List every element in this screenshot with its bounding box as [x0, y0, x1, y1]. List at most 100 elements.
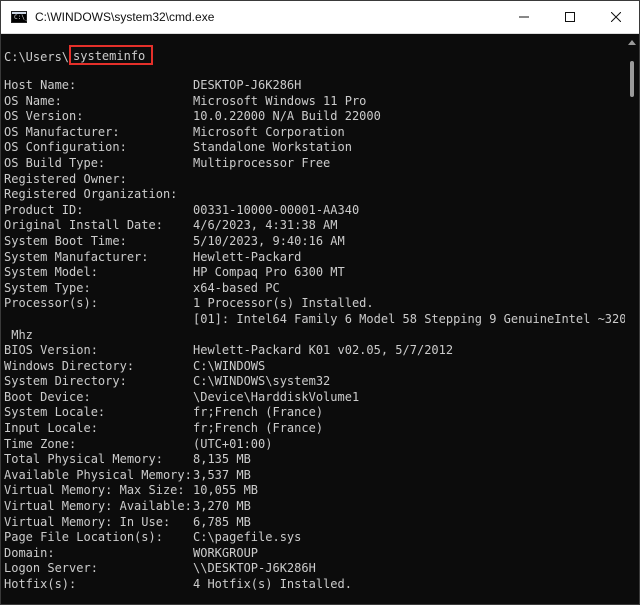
- output-value: (UTC+01:00): [193, 436, 273, 451]
- output-label: [4, 312, 193, 328]
- output-row: Virtual Memory: In Use: 6,785 MB: [4, 515, 625, 531]
- cmd-app-icon[interactable]: C:\_: [11, 11, 29, 23]
- output-value: HP Compaq Pro 6300 MT: [193, 265, 345, 280]
- output-row: Available Physical Memory: 3,537 MB: [4, 468, 625, 484]
- output-label: Virtual Memory: Max Size:: [4, 483, 185, 498]
- output-value: 3,537 MB: [193, 467, 251, 482]
- output-value: 6,785 MB: [193, 514, 251, 529]
- output-label: Input Locale:: [4, 421, 98, 436]
- output-label: System Manufacturer:: [4, 249, 149, 264]
- output-label: Total Physical Memory:: [4, 452, 163, 467]
- output-label: System Type:: [4, 280, 91, 295]
- output-label: Page File Location(s):: [4, 530, 163, 545]
- output-label: Host Name:: [4, 78, 77, 92]
- output-row: Total Physical Memory: 8,135 MB: [4, 452, 625, 468]
- output-row: Page File Location(s): C:\pagefile.sys: [4, 530, 625, 546]
- output-label: Logon Server:: [4, 561, 98, 576]
- output-value: 8,135 MB: [193, 452, 251, 467]
- output-value: fr;French (France): [193, 405, 324, 420]
- output-value: 00331-10000-00001-AA340: [193, 202, 360, 217]
- output-row: OS Name: Microsoft Windows 11 Pro: [4, 94, 625, 110]
- output-value: 5/10/2023, 9:40:16 AM: [193, 233, 345, 248]
- output-label: Time Zone:: [4, 436, 77, 451]
- output-label: Original Install Date:: [4, 218, 163, 233]
- output-value: C:\WINDOWS\system32: [193, 374, 331, 389]
- output-value: [01]: Intel64 Family 6 Model 58 Stepping…: [193, 311, 634, 326]
- output-value: C:\pagefile.sys: [193, 530, 302, 545]
- output-value: 4/6/2023, 4:31:38 AM: [193, 218, 338, 233]
- prompt-line: C:\Users\ systeminfo: [4, 45, 154, 65]
- window-controls: [501, 1, 639, 33]
- output-value: \\DESKTOP-J6K286H: [193, 561, 316, 576]
- output-label: System Model:: [4, 265, 98, 280]
- output-row: Registered Owner:: [4, 172, 625, 188]
- output-row: System Boot Time: 5/10/2023, 9:40:16 AM: [4, 234, 625, 250]
- output-label: Product ID:: [4, 202, 84, 217]
- close-icon: [611, 12, 621, 22]
- output-value: 10,055 MB: [193, 483, 259, 498]
- output-label: Processor(s):: [4, 296, 98, 311]
- output-label: Hotfix(s):: [4, 577, 77, 591]
- output-row: Processor(s): 1 Processor(s) Installed.: [4, 296, 625, 312]
- output-row: System Directory: C:\WINDOWS\system32: [4, 374, 625, 390]
- output-value: Multiprocessor Free: [193, 155, 331, 170]
- output-row: Host Name: DESKTOP-J6K286H: [4, 78, 625, 94]
- output-row: OS Version: 10.0.22000 N/A Build 22000: [4, 109, 625, 125]
- command-highlight: systeminfo: [69, 45, 154, 65]
- output-value: \Device\HarddiskVolume1: [193, 389, 360, 404]
- output-row: Hotfix(s): 4 Hotfix(s) Installed.: [4, 577, 625, 593]
- output-row: OS Manufacturer: Microsoft Corporation: [4, 125, 625, 141]
- output-row: Input Locale: fr;French (France): [4, 421, 625, 437]
- output-row: Logon Server: \\DESKTOP-J6K286H: [4, 561, 625, 577]
- prompt-path: C:\Users\: [4, 50, 70, 64]
- output-row: Time Zone: (UTC+01:00): [4, 437, 625, 453]
- output-row: System Locale: fr;French (France): [4, 405, 625, 421]
- output-row: System Type: x64-based PC: [4, 281, 625, 297]
- output-value: Microsoft Corporation: [193, 124, 345, 139]
- output-row: OS Configuration: Standalone Workstation: [4, 140, 625, 156]
- output-row: Product ID: 00331-10000-00001-AA340: [4, 203, 625, 219]
- output-row: Original Install Date: 4/6/2023, 4:31:38 …: [4, 218, 625, 234]
- output-value: 4 Hotfix(s) Installed.: [193, 577, 352, 591]
- output-label: Boot Device:: [4, 389, 91, 404]
- output-value: 1 Processor(s) Installed.: [193, 296, 374, 311]
- output-row: BIOS Version: Hewlett-Packard K01 v02.05,…: [4, 343, 625, 359]
- output-value: Standalone Workstation: [193, 140, 352, 155]
- output-value: x64-based PC: [193, 280, 280, 295]
- output-value: Hewlett-Packard K01 v02.05, 5/7/2012: [193, 343, 454, 358]
- output-label: OS Build Type:: [4, 155, 106, 170]
- vertical-scrollbar[interactable]: [625, 34, 639, 604]
- output-label: Registered Organization:: [4, 187, 178, 202]
- output-label: Virtual Memory: In Use:: [4, 514, 171, 529]
- output-value: DESKTOP-J6K286H: [193, 78, 302, 92]
- console-area[interactable]: C:\Users\ systeminfo Host Name: DESKTOP-J6…: [1, 34, 634, 604]
- scroll-up-arrow-icon[interactable]: [628, 40, 636, 45]
- close-button[interactable]: [593, 1, 639, 33]
- output-label: OS Configuration:: [4, 140, 127, 155]
- scroll-thumb[interactable]: [630, 61, 634, 97]
- output-label: Domain:: [4, 545, 55, 560]
- window-title: C:\WINDOWS\system32\cmd.exe: [35, 10, 215, 24]
- output-value: C:\WINDOWS: [193, 358, 266, 373]
- title-bar[interactable]: C:\_ C:\WINDOWS\system32\cmd.exe: [1, 1, 639, 34]
- minimize-button[interactable]: [501, 1, 547, 33]
- output-label: OS Name:: [4, 93, 62, 108]
- output-label: System Locale:: [4, 405, 106, 420]
- app-icon-glyph: C:\_: [14, 14, 29, 21]
- output-label: Registered Owner:: [4, 171, 127, 186]
- output-label: Virtual Memory: Available:: [4, 499, 192, 514]
- minimize-icon: [519, 16, 529, 18]
- output-value: 10.0.22000 N/A Build 22000: [193, 109, 381, 124]
- output-row: System Manufacturer: Hewlett-Packard: [4, 250, 625, 266]
- output-value: Hewlett-Packard: [193, 249, 302, 264]
- maximize-icon: [565, 12, 575, 22]
- output-label: BIOS Version:: [4, 343, 98, 358]
- command-text: systeminfo: [73, 49, 146, 63]
- output-value: fr;French (France): [193, 421, 324, 436]
- output-row: Boot Device: \Device\HarddiskVolume1: [4, 390, 625, 406]
- maximize-button[interactable]: [547, 1, 593, 33]
- output-label: Available Physical Memory:: [4, 467, 192, 482]
- output-row: System Model: HP Compaq Pro 6300 MT: [4, 265, 625, 281]
- cmd-window: C:\_ C:\WINDOWS\system32\cmd.exe C:\User…: [0, 0, 640, 605]
- output-row: Domain: WORKGROUP: [4, 546, 625, 562]
